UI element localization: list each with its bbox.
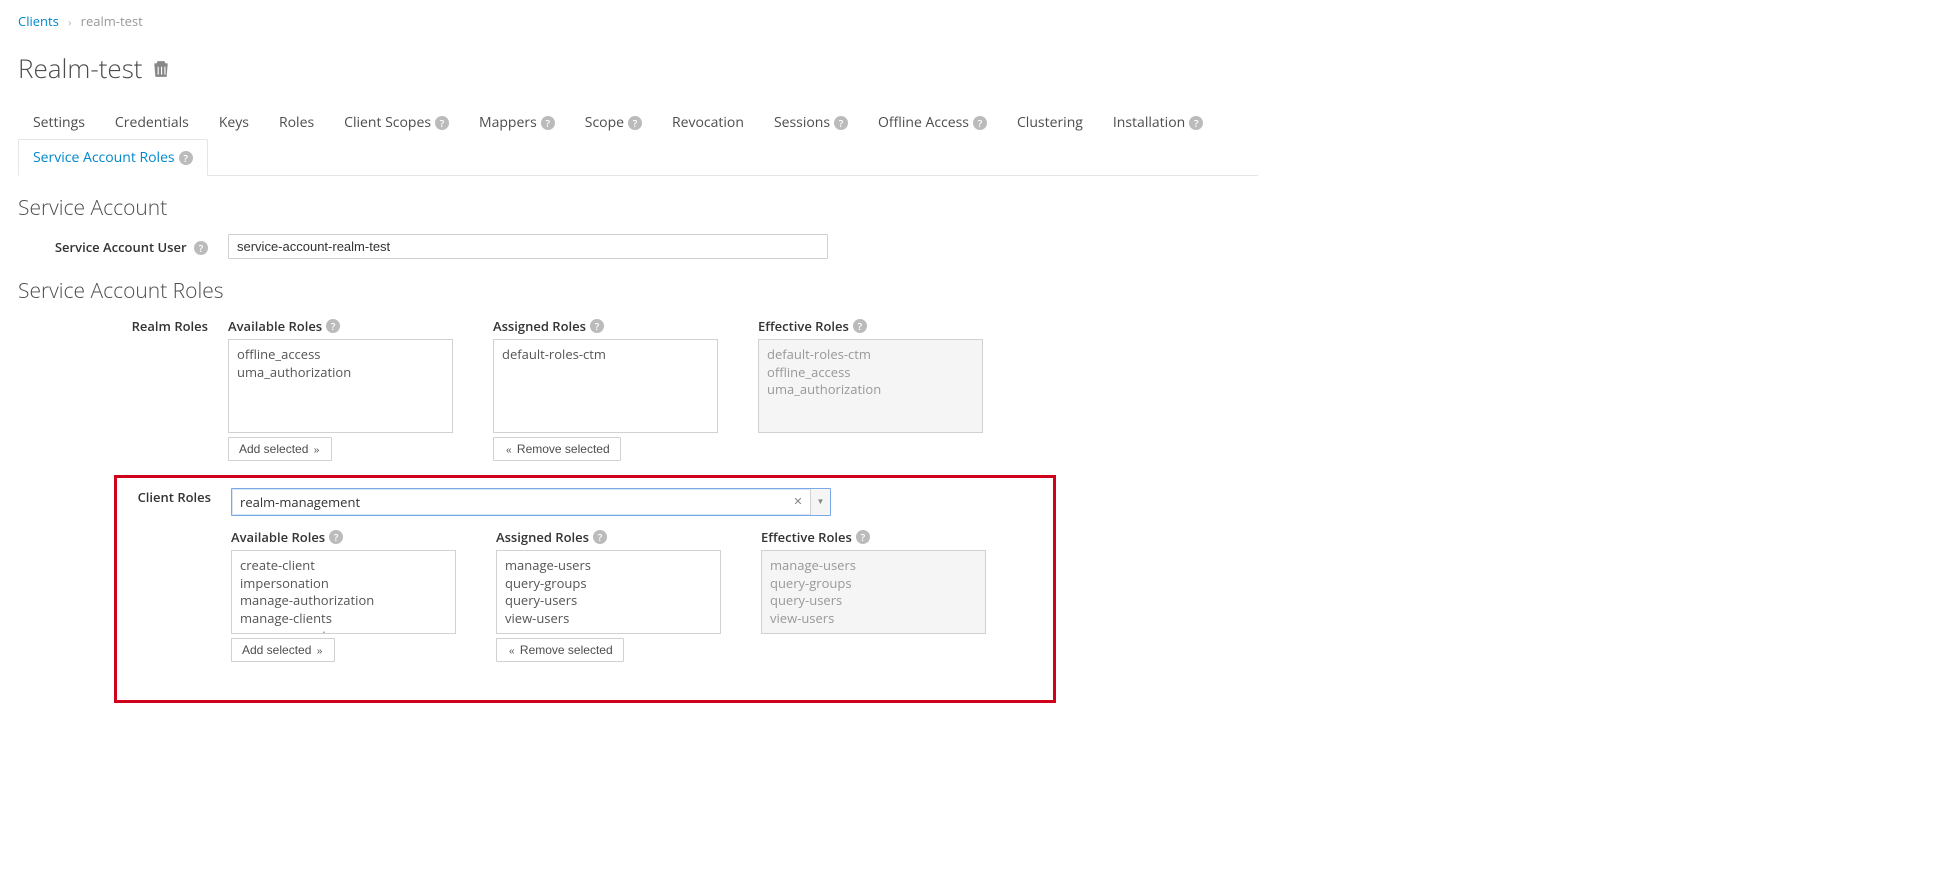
tab-credentials[interactable]: Credentials <box>100 104 204 140</box>
realm-available-listbox[interactable]: offline_accessuma_authorization <box>228 339 453 433</box>
client-roles-label: Client Roles <box>121 488 231 506</box>
help-icon[interactable]: ? <box>1189 116 1203 130</box>
list-item[interactable]: manage-clients <box>240 610 447 628</box>
list-item[interactable]: offline_access <box>767 364 974 382</box>
remove-selected-button[interactable]: « Remove selected <box>496 638 624 662</box>
client-select-value: realm-management <box>232 489 786 515</box>
realm-effective-listbox: default-roles-ctmoffline_accessuma_autho… <box>758 339 983 433</box>
tab-keys[interactable]: Keys <box>204 104 264 140</box>
help-icon[interactable]: ? <box>593 530 607 544</box>
delete-icon[interactable] <box>153 50 169 86</box>
client-assigned-listbox[interactable]: manage-usersquery-groupsquery-usersview-… <box>496 550 721 634</box>
help-icon[interactable]: ? <box>590 319 604 333</box>
assigned-roles-header: Assigned Roles? <box>493 317 718 335</box>
list-item[interactable]: query-users <box>770 592 977 610</box>
list-item[interactable]: manage-users <box>770 557 977 575</box>
list-item[interactable]: query-groups <box>505 575 712 593</box>
page-title: Realm-test <box>18 50 1926 86</box>
realm-assigned-listbox[interactable]: default-roles-ctm <box>493 339 718 433</box>
breadcrumb-separator: › <box>68 15 71 29</box>
client-assigned-header: Assigned Roles? <box>496 528 721 546</box>
add-selected-button[interactable]: Add selected » <box>228 437 332 461</box>
tab-client-scopes[interactable]: Client Scopes? <box>329 104 464 140</box>
client-effective-header: Effective Roles? <box>761 528 986 546</box>
remove-selected-button[interactable]: « Remove selected <box>493 437 621 461</box>
list-item[interactable]: create-client <box>240 557 447 575</box>
help-icon[interactable]: ? <box>853 319 867 333</box>
tab-installation[interactable]: Installation? <box>1098 104 1218 140</box>
breadcrumb-current: realm-test <box>81 12 143 30</box>
available-roles-header: Available Roles? <box>228 317 453 335</box>
realm-roles-row: Realm Roles Available Roles? offline_acc… <box>18 317 1926 461</box>
list-item[interactable]: manage-events <box>240 627 447 634</box>
list-item[interactable]: manage-users <box>505 557 712 575</box>
list-item[interactable]: default-roles-ctm <box>502 346 709 364</box>
help-icon[interactable]: ? <box>194 241 208 255</box>
service-account-user-input[interactable] <box>228 234 828 259</box>
tab-scope[interactable]: Scope? <box>570 104 657 140</box>
realm-roles-label: Realm Roles <box>18 317 228 335</box>
help-icon[interactable]: ? <box>329 530 343 544</box>
help-icon[interactable]: ? <box>326 319 340 333</box>
tab-mappers[interactable]: Mappers? <box>464 104 570 140</box>
list-item[interactable]: uma_authorization <box>237 364 444 382</box>
add-selected-button[interactable]: Add selected » <box>231 638 335 662</box>
breadcrumb-link-clients[interactable]: Clients <box>18 12 59 30</box>
tab-offline-access[interactable]: Offline Access? <box>863 104 1002 140</box>
list-item[interactable]: query-users <box>505 592 712 610</box>
client-available-listbox[interactable]: create-clientimpersonationmanage-authori… <box>231 550 456 634</box>
help-icon[interactable]: ? <box>628 116 642 130</box>
help-icon[interactable]: ? <box>179 151 193 165</box>
list-item[interactable]: uma_authorization <box>767 381 974 399</box>
client-available-header: Available Roles? <box>231 528 456 546</box>
tab-roles[interactable]: Roles <box>264 104 329 140</box>
help-icon[interactable]: ? <box>856 530 870 544</box>
list-item[interactable]: view-users <box>770 610 977 628</box>
tabs: SettingsCredentialsKeysRolesClient Scope… <box>18 104 1258 176</box>
client-roles-row: Available Roles? create-clientimpersonat… <box>121 528 1045 662</box>
list-item[interactable]: view-users <box>505 610 712 628</box>
list-item[interactable]: offline_access <box>237 346 444 364</box>
page-title-text: Realm-test <box>18 50 143 86</box>
chevron-down-icon[interactable]: ▼ <box>810 489 830 515</box>
help-icon[interactable]: ? <box>834 116 848 130</box>
help-icon[interactable]: ? <box>541 116 555 130</box>
client-roles-select-row: Client Roles realm-management ✕ ▼ <box>121 488 1045 516</box>
list-item[interactable]: impersonation <box>240 575 447 593</box>
list-item[interactable]: manage-authorization <box>240 592 447 610</box>
client-roles-highlight: Client Roles realm-management ✕ ▼ Availa… <box>114 475 1056 703</box>
section-roles-heading: Service Account Roles <box>18 277 1926 305</box>
tab-settings[interactable]: Settings <box>18 104 100 140</box>
tab-service-account-roles[interactable]: Service Account Roles? <box>18 139 208 176</box>
client-select[interactable]: realm-management ✕ ▼ <box>231 488 831 516</box>
tab-clustering[interactable]: Clustering <box>1002 104 1098 140</box>
label-text: Service Account User <box>55 238 187 256</box>
clear-icon[interactable]: ✕ <box>786 489 810 515</box>
breadcrumb: Clients › realm-test <box>18 12 1926 30</box>
list-item[interactable]: query-groups <box>770 575 977 593</box>
tab-sessions[interactable]: Sessions? <box>759 104 863 140</box>
client-effective-listbox: manage-usersquery-groupsquery-usersview-… <box>761 550 986 634</box>
service-account-user-row: Service Account User ? <box>18 234 1926 259</box>
effective-roles-header: Effective Roles? <box>758 317 983 335</box>
help-icon[interactable]: ? <box>973 116 987 130</box>
tab-revocation[interactable]: Revocation <box>657 104 759 140</box>
help-icon[interactable]: ? <box>435 116 449 130</box>
service-account-user-label: Service Account User ? <box>18 238 228 256</box>
list-item[interactable]: default-roles-ctm <box>767 346 974 364</box>
section-service-account-heading: Service Account <box>18 194 1926 222</box>
